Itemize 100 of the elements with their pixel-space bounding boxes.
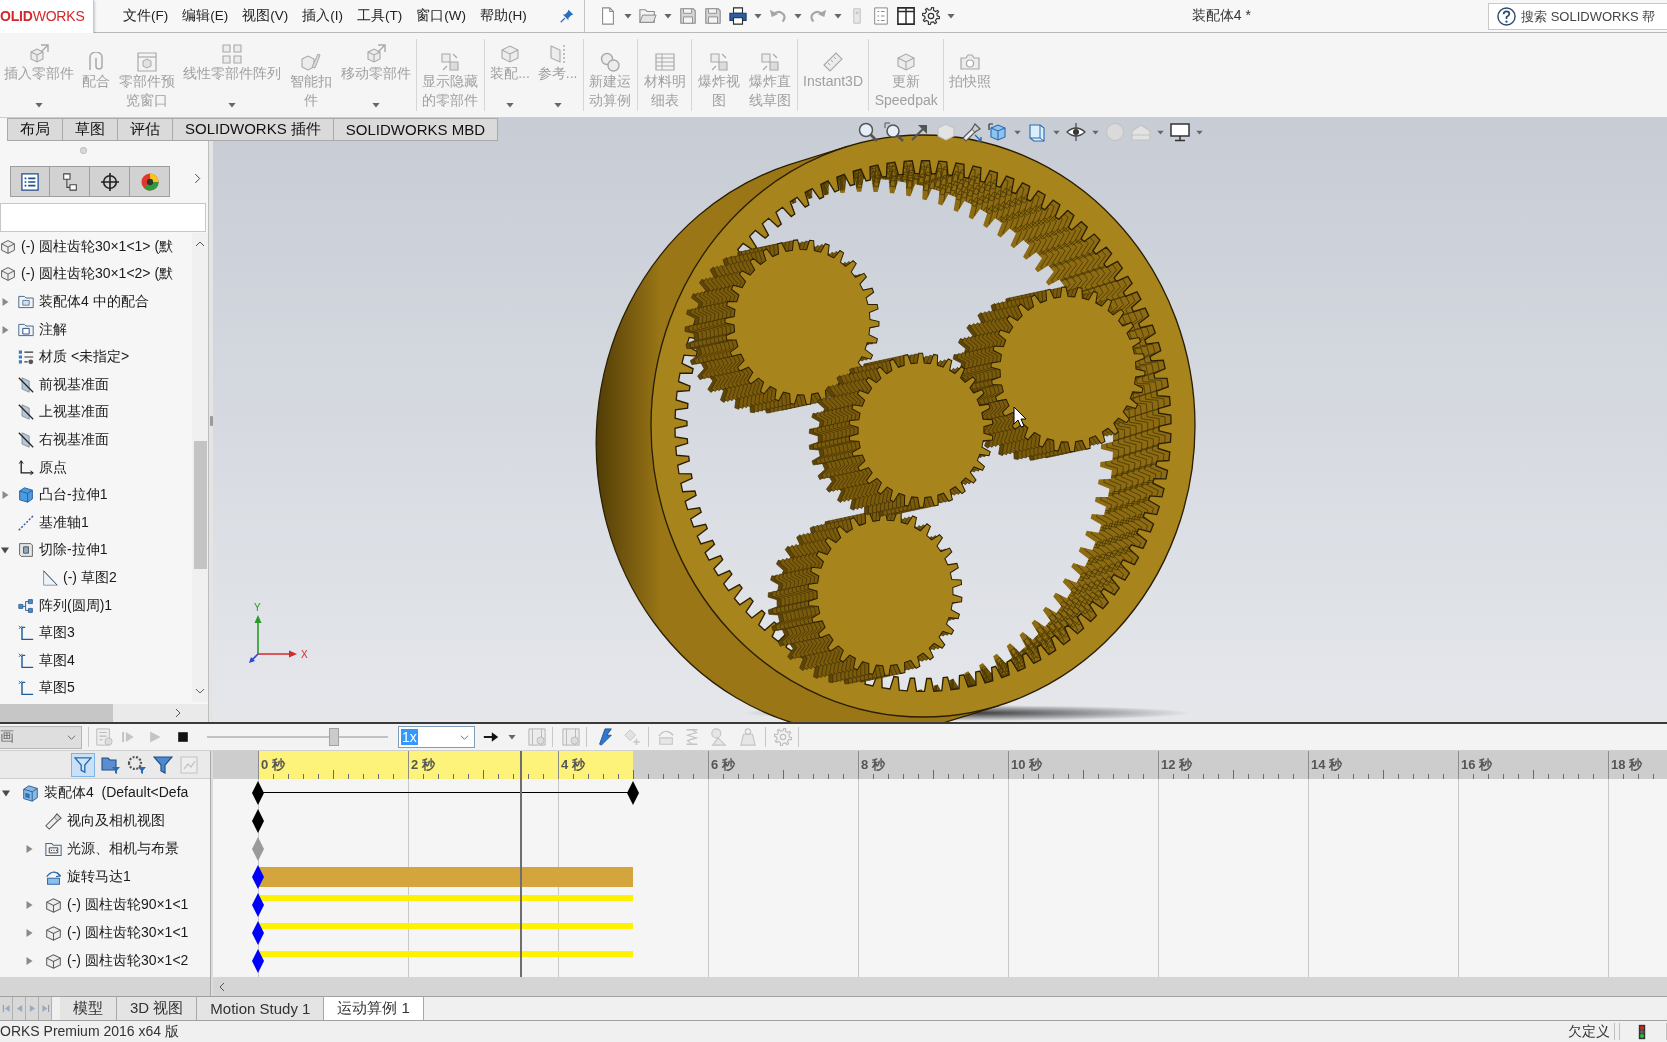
tab[interactable]: 3D 视图 (117, 997, 198, 1020)
caret-icon[interactable] (946, 12, 955, 20)
horizontal-scrollbar[interactable] (213, 977, 1667, 996)
diamond-icon[interactable] (252, 949, 264, 973)
playhead-line[interactable] (519, 751, 522, 977)
planet-gear[interactable] (684, 239, 880, 414)
time-ruler[interactable]: 0 秒 2 秒 4 秒 6 秒 8 秒 10 秒 12 秒 14 秒 16 秒 18 秒 (213, 751, 1667, 779)
panel-tab[interactable] (90, 166, 130, 197)
filter-field[interactable] (0, 203, 206, 232)
tree-item[interactable]: (-) 圆柱齿轮30×1<1> (默 (21, 237, 174, 256)
tab[interactable]: SOLIDWORKS MBD (333, 118, 499, 141)
tab[interactable]: 运动算例 1 (324, 997, 424, 1020)
caret-icon[interactable] (1196, 128, 1203, 136)
redo-icon[interactable] (808, 7, 827, 25)
chevron-down-icon[interactable] (195, 686, 205, 696)
app-logo[interactable]: OLIDWORKS (0, 0, 94, 33)
settings-icon[interactable] (921, 7, 940, 25)
flashlight-icon[interactable] (962, 122, 982, 142)
folder-icon[interactable] (638, 7, 657, 25)
tree-item[interactable]: 阵列(圆周)1 (39, 596, 113, 615)
hexagon-icon[interactable] (936, 122, 956, 142)
tree-item[interactable]: 草图4 (39, 651, 75, 670)
study-type-dropdown[interactable]: 画 (0, 725, 82, 749)
zoom-icon[interactable] (884, 122, 904, 142)
chevron-right-icon[interactable] (192, 172, 203, 184)
cube-icon[interactable] (1027, 122, 1047, 142)
horizontal-scrollbar[interactable] (0, 977, 210, 996)
lightning-icon[interactable] (596, 728, 614, 746)
caret-icon[interactable] (793, 12, 802, 20)
caret-icon[interactable] (663, 12, 672, 20)
zoom-icon[interactable] (858, 122, 878, 142)
undo-icon[interactable] (768, 7, 787, 25)
tab[interactable]: 模型 (60, 997, 117, 1020)
tree-item[interactable]: 材质 <未指定> (39, 348, 130, 367)
vertical-scrollbar[interactable] (192, 233, 208, 702)
tree-item[interactable]: 视向及相机视图 (67, 812, 165, 830)
tree-item[interactable]: (-) 圆柱齿轮90×1<1 (67, 896, 189, 914)
chevron-left-icon[interactable] (217, 981, 227, 992)
menu-item[interactable]: 插入(I) (295, 0, 350, 32)
pin-icon[interactable] (559, 9, 574, 23)
tab[interactable]: Motion Study 1 (197, 997, 325, 1020)
diamond-icon[interactable] (252, 781, 264, 805)
tree-item[interactable]: 注解 (39, 320, 67, 339)
diamond-icon[interactable] (252, 893, 264, 917)
tree-item[interactable]: 基准轴1 (39, 513, 89, 532)
folder-filter-icon[interactable] (101, 754, 121, 775)
printer-icon[interactable] (728, 7, 747, 25)
filter-icon[interactable] (74, 755, 92, 774)
chevron-up-icon[interactable] (195, 239, 205, 249)
tree-item[interactable]: 装配体4 (Default<Defa (44, 784, 189, 802)
grip-icon[interactable] (80, 146, 87, 154)
panel-tab[interactable] (130, 166, 170, 197)
list-icon[interactable] (871, 7, 890, 25)
chevron-right-icon[interactable] (173, 708, 183, 718)
tree-item[interactable]: (-) 圆柱齿轮30×1<2 (67, 952, 189, 970)
tree-item[interactable]: (-) 草图2 (63, 568, 117, 587)
circle-filter-icon[interactable] (127, 754, 147, 775)
tree-item[interactable]: 草图3 (39, 624, 75, 643)
menu-item[interactable]: 帮助(H) (473, 0, 534, 32)
scrollbar-thumb[interactable] (0, 704, 113, 722)
expand-arrow-icon[interactable] (1, 546, 9, 555)
menu-item[interactable]: 编辑(E) (175, 0, 236, 32)
tree-item[interactable]: 右视基准面 (39, 430, 109, 449)
tree-item[interactable]: 草图5 (39, 679, 75, 698)
help-icon[interactable] (1497, 6, 1516, 26)
tree-item[interactable]: (-) 圆柱齿轮30×1<2> (默 (21, 265, 174, 284)
splitter-grip[interactable] (209, 416, 213, 426)
tab[interactable]: 评估 (118, 118, 173, 141)
menu-item[interactable]: 窗口(W) (409, 0, 473, 32)
diamond-icon[interactable] (627, 781, 639, 805)
cube-icon[interactable] (988, 122, 1008, 142)
diamond-icon[interactable] (252, 921, 264, 945)
menu-item[interactable]: 视图(V) (235, 0, 296, 32)
caret-icon[interactable] (1157, 128, 1164, 136)
menu-item[interactable]: 工具(T) (350, 0, 410, 32)
slider-thumb[interactable] (328, 728, 339, 746)
horizontal-scrollbar[interactable] (0, 704, 208, 722)
tree-item[interactable]: 装配体4 中的配合 (39, 293, 149, 311)
diamond-icon[interactable] (252, 809, 264, 833)
tab[interactable]: 草图 (63, 118, 118, 141)
tree-item[interactable]: 前视基准面 (39, 375, 109, 394)
planet-gear[interactable] (767, 510, 963, 685)
tree-item[interactable]: 原点 (39, 458, 67, 477)
caret-icon[interactable] (1053, 128, 1060, 136)
eye-icon[interactable] (1066, 122, 1086, 142)
expand-arrow-icon[interactable] (2, 789, 10, 797)
caret-icon[interactable] (623, 12, 632, 20)
tab-scroll-button[interactable] (39, 997, 52, 1020)
tab[interactable]: 布局 (7, 118, 63, 141)
diamond-icon[interactable] (252, 865, 264, 889)
filter-icon[interactable] (153, 754, 173, 775)
caret-icon[interactable] (833, 12, 842, 20)
tree-item[interactable]: 光源、相机与布景 (67, 840, 179, 858)
monitor-icon[interactable] (1170, 122, 1190, 142)
tree-item[interactable]: 凸台-拉伸1 (39, 486, 108, 505)
tree-item[interactable]: (-) 圆柱齿轮30×1<1 (67, 924, 189, 942)
arrow-icon[interactable] (910, 122, 930, 142)
window-icon[interactable] (896, 7, 915, 25)
tab-scroll-button[interactable] (0, 997, 13, 1020)
menu-item[interactable]: 文件(F) (116, 0, 176, 32)
